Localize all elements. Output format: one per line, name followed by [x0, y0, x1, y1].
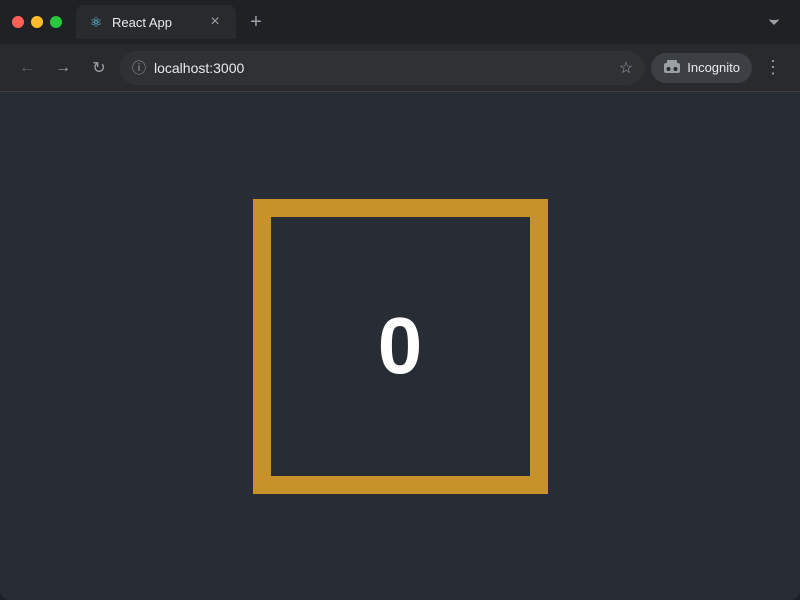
forward-button[interactable]: → [48, 53, 78, 83]
minimize-button[interactable] [31, 16, 43, 28]
tab-close-button[interactable]: × [206, 13, 224, 31]
back-button[interactable]: ← [12, 53, 42, 83]
incognito-button[interactable]: Incognito [651, 53, 752, 83]
tab-overflow-button[interactable] [760, 8, 788, 36]
page-content: 0 [0, 92, 800, 600]
counter-box: 0 [253, 199, 548, 494]
maximize-button[interactable] [50, 16, 62, 28]
bookmark-icon[interactable]: ☆ [619, 58, 633, 78]
tab-title: React App [112, 15, 198, 30]
title-bar: ⚛ React App × + [0, 0, 800, 44]
reload-button[interactable]: ↻ [84, 53, 114, 83]
browser-window: ⚛ React App × + ← → ↻ ⓘ localhost:300 [0, 0, 800, 600]
address-bar[interactable]: ⓘ localhost:3000 ☆ [120, 51, 645, 85]
traffic-lights [12, 16, 62, 28]
counter-value: 0 [378, 300, 423, 392]
browser-menu-button[interactable]: ⋮ [758, 53, 788, 83]
tab-area: ⚛ React App × + [76, 5, 788, 39]
active-tab[interactable]: ⚛ React App × [76, 5, 236, 39]
info-icon: ⓘ [132, 58, 146, 78]
incognito-icon [663, 58, 681, 78]
close-button[interactable] [12, 16, 24, 28]
url-text: localhost:3000 [154, 60, 611, 76]
tab-favicon-icon: ⚛ [88, 14, 104, 30]
new-tab-button[interactable]: + [242, 8, 270, 36]
incognito-label: Incognito [687, 60, 740, 75]
toolbar: ← → ↻ ⓘ localhost:3000 ☆ Incognito [0, 44, 800, 92]
